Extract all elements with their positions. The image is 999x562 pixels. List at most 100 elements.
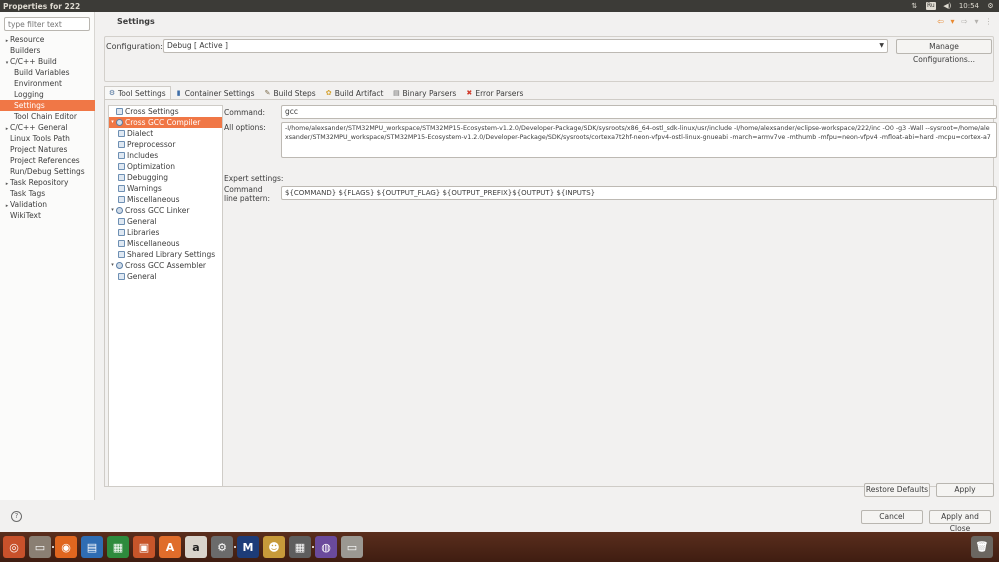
expanded-twisty-icon[interactable]: ▾ <box>109 205 116 216</box>
forward-arrow-icon[interactable]: ⇨ <box>960 17 969 26</box>
tab-build-artifact[interactable]: ✿ Build Artifact <box>321 86 389 100</box>
sidebar-item-task-repository[interactable]: ▸ Task Repository <box>0 177 95 188</box>
impress-icon[interactable]: ▣ <box>133 536 155 558</box>
tab-label: Build Artifact <box>334 88 384 98</box>
cancel-button[interactable]: Cancel <box>861 510 923 524</box>
power-gear-icon[interactable]: ⚙ <box>986 2 995 10</box>
sidebar-item-task-tags[interactable]: Task Tags <box>0 188 95 199</box>
writer-icon[interactable]: ▤ <box>81 536 103 558</box>
tool-tree-item[interactable]: Warnings <box>109 183 222 194</box>
configuration-select[interactable]: Debug [ Active ] ▼ <box>163 39 888 53</box>
view-menu-icon[interactable]: ⋮ <box>984 17 993 26</box>
tab-container-settings[interactable]: ▮ Container Settings <box>171 86 260 100</box>
option-category-icon <box>118 251 125 258</box>
sidebar-item-c-c-build[interactable]: ▾ C/C++ Build <box>0 56 95 67</box>
sidebar-item-wikitext[interactable]: WikiText <box>0 210 95 221</box>
trash-icon[interactable]: 🗑 <box>971 536 993 558</box>
tool-tree-label: Miscellaneous <box>127 195 180 204</box>
tool-tree-item[interactable]: Miscellaneous <box>109 238 222 249</box>
tool-tree-item[interactable]: Dialect <box>109 128 222 139</box>
tool-tree-item[interactable]: Libraries <box>109 227 222 238</box>
manage-configurations-button[interactable]: Manage Configurations... <box>896 39 992 64</box>
sidebar-item-resource[interactable]: ▸ Resource <box>0 34 95 45</box>
calculator-icon[interactable]: ▦ <box>289 536 311 558</box>
gimp-icon[interactable]: ☻ <box>263 536 285 558</box>
tab-binary-parsers[interactable]: ▤ Binary Parsers <box>388 86 461 100</box>
sidebar-item-label: C/C++ Build <box>10 57 57 66</box>
amazon-icon[interactable]: a <box>185 536 207 558</box>
restore-defaults-button[interactable]: Restore Defaults <box>864 483 930 497</box>
tool-tree-label: Cross GCC Linker <box>125 206 190 215</box>
history-nav: ⇦ ▾ ⇨ ▾ ⋮ <box>936 17 993 26</box>
apply-and-close-button[interactable]: Apply and Close <box>929 510 991 533</box>
tab-label: Container Settings <box>184 88 255 98</box>
expanded-twisty-icon[interactable]: ▾ <box>109 260 116 271</box>
settings-icon[interactable]: ⚙ <box>211 536 233 558</box>
tool-tree-item[interactable]: ▾ Cross GCC Assembler <box>109 260 222 271</box>
back-arrow-icon[interactable]: ⇦ <box>936 17 945 26</box>
command-line-pattern-label: Command line pattern: <box>224 185 270 203</box>
sidebar-item-linux-tools-path[interactable]: Linux Tools Path <box>0 133 95 144</box>
tool-tree-item[interactable]: Optimization <box>109 161 222 172</box>
tool-tree-item[interactable]: General <box>109 271 222 282</box>
command-label: Command: <box>224 108 266 117</box>
sidebar-item-label: Resource <box>10 35 45 44</box>
filter-input[interactable] <box>4 17 90 31</box>
sidebar-item-label: Logging <box>14 90 44 99</box>
sidebar-item-validation[interactable]: ▸ Validation <box>0 199 95 210</box>
sidebar-item-logging[interactable]: Logging <box>0 89 95 100</box>
tool-tree-item[interactable]: ▾ Cross GCC Compiler <box>109 117 222 128</box>
sidebar-item-c-c-general[interactable]: ▸ C/C++ General <box>0 122 95 133</box>
option-category-icon <box>118 196 125 203</box>
sidebar-item-build-variables[interactable]: Build Variables <box>0 67 95 78</box>
tool-tree-item[interactable]: General <box>109 216 222 227</box>
sidebar-item-label: Project References <box>10 156 80 165</box>
tool-settings-icon: ⚙ <box>108 88 116 97</box>
tool-tree-item[interactable]: Preprocessor <box>109 139 222 150</box>
sidebar-item-project-natures[interactable]: Project Natures <box>0 144 95 155</box>
window-title: Properties for 222 <box>3 1 81 11</box>
configuration-label: Configuration: <box>106 42 163 51</box>
tool-tree-item[interactable]: Debugging <box>109 172 222 183</box>
all-options-textarea[interactable]: -I/home/alexsander/STM32MPU_workspace/ST… <box>281 122 997 158</box>
sidebar-item-environment[interactable]: Environment <box>0 78 95 89</box>
tool-tree-item[interactable]: Miscellaneous <box>109 194 222 205</box>
ubuntu-dash-icon[interactable]: ◎ <box>3 536 25 558</box>
tab-build-steps[interactable]: ✎ Build Steps <box>260 86 321 100</box>
help-icon[interactable]: ? <box>11 511 22 522</box>
pattern-label-line1: Command <box>224 185 263 194</box>
volume-icon[interactable]: ◀) <box>943 2 952 10</box>
expanded-twisty-icon[interactable]: ▾ <box>109 117 116 128</box>
command-line-pattern-input[interactable]: ${COMMAND} ${FLAGS} ${OUTPUT_FLAG} ${OUT… <box>281 186 997 200</box>
tool-tree-item[interactable]: Shared Library Settings <box>109 249 222 260</box>
stm32cubemx-icon[interactable]: M <box>234 536 259 558</box>
sidebar-item-settings[interactable]: Settings <box>0 100 95 111</box>
tab-error-parsers[interactable]: ✖ Error Parsers <box>461 86 528 100</box>
tool-tree-label: Shared Library Settings <box>127 250 216 259</box>
tool-tree-item[interactable]: Includes <box>109 150 222 161</box>
tab-tool-settings[interactable]: ⚙ Tool Settings <box>104 86 171 100</box>
calc-icon[interactable]: ▦ <box>107 536 129 558</box>
keyboard-layout-indicator[interactable]: Ru <box>925 2 936 10</box>
apply-button[interactable]: Apply <box>936 483 994 497</box>
clock[interactable]: 10:54 <box>959 2 979 10</box>
sidebar-item-project-references[interactable]: Project References <box>0 155 95 166</box>
command-input[interactable]: gcc <box>281 105 997 119</box>
files-icon[interactable]: ▭ <box>29 536 51 558</box>
tool-tree-item[interactable]: ▾ Cross GCC Linker <box>109 205 222 216</box>
tool-gear-icon <box>116 119 123 126</box>
sidebar-item-builders[interactable]: Builders <box>0 45 95 56</box>
properties-sidebar: ▸ResourceBuilders▾C/C++ BuildBuild Varia… <box>0 12 95 500</box>
forward-menu-chevron-icon[interactable]: ▾ <box>972 17 981 26</box>
software-center-icon[interactable]: A <box>159 536 181 558</box>
sidebar-item-tool-chain-editor[interactable]: Tool Chain Editor <box>0 111 95 122</box>
sidebar-item-label: Tool Chain Editor <box>14 112 77 121</box>
eclipse-icon[interactable]: ◍ <box>312 536 337 558</box>
firefox-icon[interactable]: ◉ <box>52 536 77 558</box>
back-menu-chevron-icon[interactable]: ▾ <box>948 17 957 26</box>
sidebar-item-run-debug-settings[interactable]: Run/Debug Settings <box>0 166 95 177</box>
sidebar-item-label: C/C++ General <box>10 123 68 132</box>
tool-tree-item[interactable]: Cross Settings <box>109 106 222 117</box>
network-transfer-icon[interactable]: ⇅ <box>910 2 919 10</box>
drive-icon[interactable]: ▭ <box>341 536 363 558</box>
